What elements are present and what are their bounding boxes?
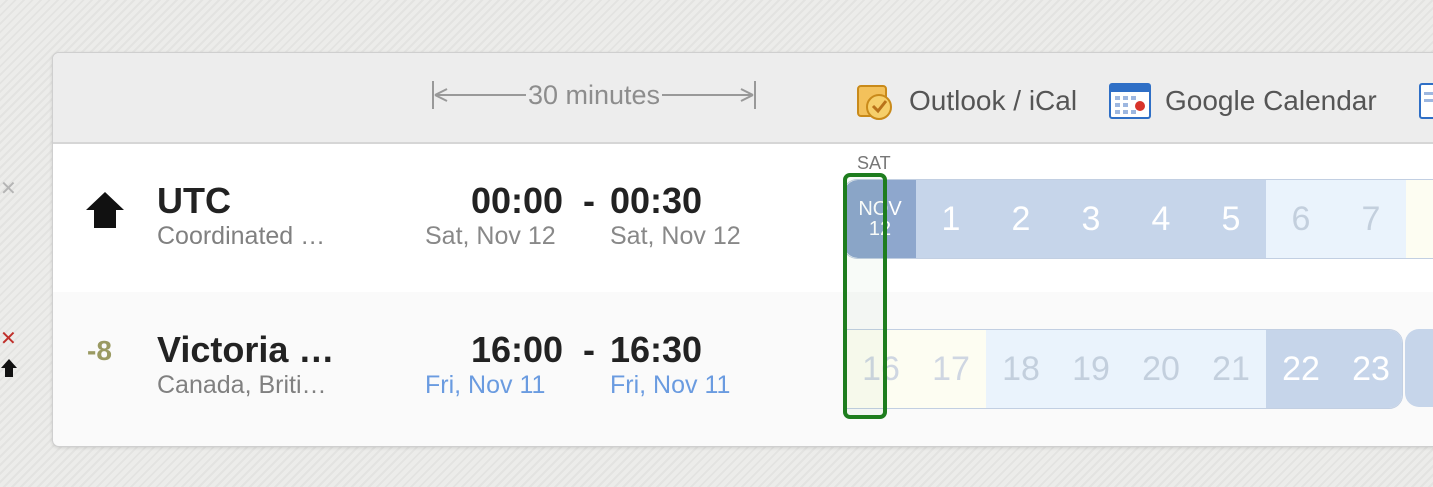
utc-offset-badge[interactable]: -8 [87,335,112,367]
google-calendar-icon [1109,83,1151,119]
start-date: Sat, Nov 12 [425,222,556,250]
timezone-name: Victoria … [157,329,335,370]
duration-indicator[interactable]: 30 minutes [431,77,757,113]
timezone-name: UTC [157,180,231,221]
end-time: 00:30 [610,180,703,221]
home-icon[interactable] [83,188,127,232]
end-date: Sat, Nov 12 [610,222,741,250]
start-time: 00:00 [471,180,564,221]
selected-time-range[interactable] [843,173,887,419]
timezone-subtitle: Coordinated … [157,222,326,250]
timezone-panel: 30 minutes Outlook / iCal Google Calenda… [52,52,1433,447]
duration-label: 30 minutes [525,80,663,110]
hour-cell[interactable]: 4 [1126,180,1196,258]
end-time: 16:30 [610,329,703,370]
hour-strip: NOV 12 1 2 3 4 5 6 7 8 [843,179,1433,259]
hour-cell[interactable]: 6 [1266,180,1336,258]
start-time: 16:00 [471,329,564,370]
remove-victoria-icon[interactable]: ✕ [0,326,17,350]
hour-cell[interactable]: 21 [1196,330,1266,408]
hour-cell[interactable]: 20 [1126,330,1196,408]
hour-cell[interactable]: 2 [986,180,1056,258]
hour-cell[interactable]: 7 [1336,180,1406,258]
day-cell-next[interactable]: N 1 [1405,329,1433,407]
remove-utc-icon[interactable]: ✕ [0,176,17,200]
outlook-ical-button[interactable]: Outlook / iCal [855,79,1077,123]
set-home-icon[interactable] [0,357,18,379]
hour-cell[interactable]: 3 [1056,180,1126,258]
hour-cell[interactable]: 17 [916,330,986,408]
hour-cell[interactable]: 8 [1406,180,1433,258]
start-date: Fri, Nov 11 [425,371,546,399]
google-calendar-label: Google Calendar [1165,85,1377,116]
time-separator: - [583,180,595,221]
hour-cell[interactable]: 23 [1336,330,1402,408]
hour-cell[interactable]: 18 [986,330,1056,408]
panel-header: 30 minutes Outlook / iCal Google Calenda… [53,53,1433,144]
calendar-icon [1419,83,1433,119]
more-export-button[interactable] [1419,79,1433,123]
hour-cell[interactable]: 1 [916,180,986,258]
outlook-calendar-icon [857,85,892,120]
timezone-row-utc: UTC Coordinated … 00:00 - 00:30 Sat, Nov… [53,144,1433,292]
timezone-subtitle: Canada, Briti… [157,371,327,399]
hour-cell[interactable]: 22 [1266,330,1336,408]
google-calendar-button[interactable]: Google Calendar [1109,79,1377,123]
hour-cell[interactable]: 19 [1056,330,1126,408]
timezone-row-victoria: -8 Victoria … Canada, Briti… 16:00 - 16:… [53,293,1433,441]
hour-cell[interactable]: 5 [1196,180,1266,258]
hour-strip: 16 17 18 19 20 21 22 23 [845,329,1403,409]
outlook-ical-label: Outlook / iCal [909,85,1078,116]
end-date: Fri, Nov 11 [610,371,731,399]
day-of-week-label: SAT [857,153,891,173]
time-separator: - [583,329,595,370]
